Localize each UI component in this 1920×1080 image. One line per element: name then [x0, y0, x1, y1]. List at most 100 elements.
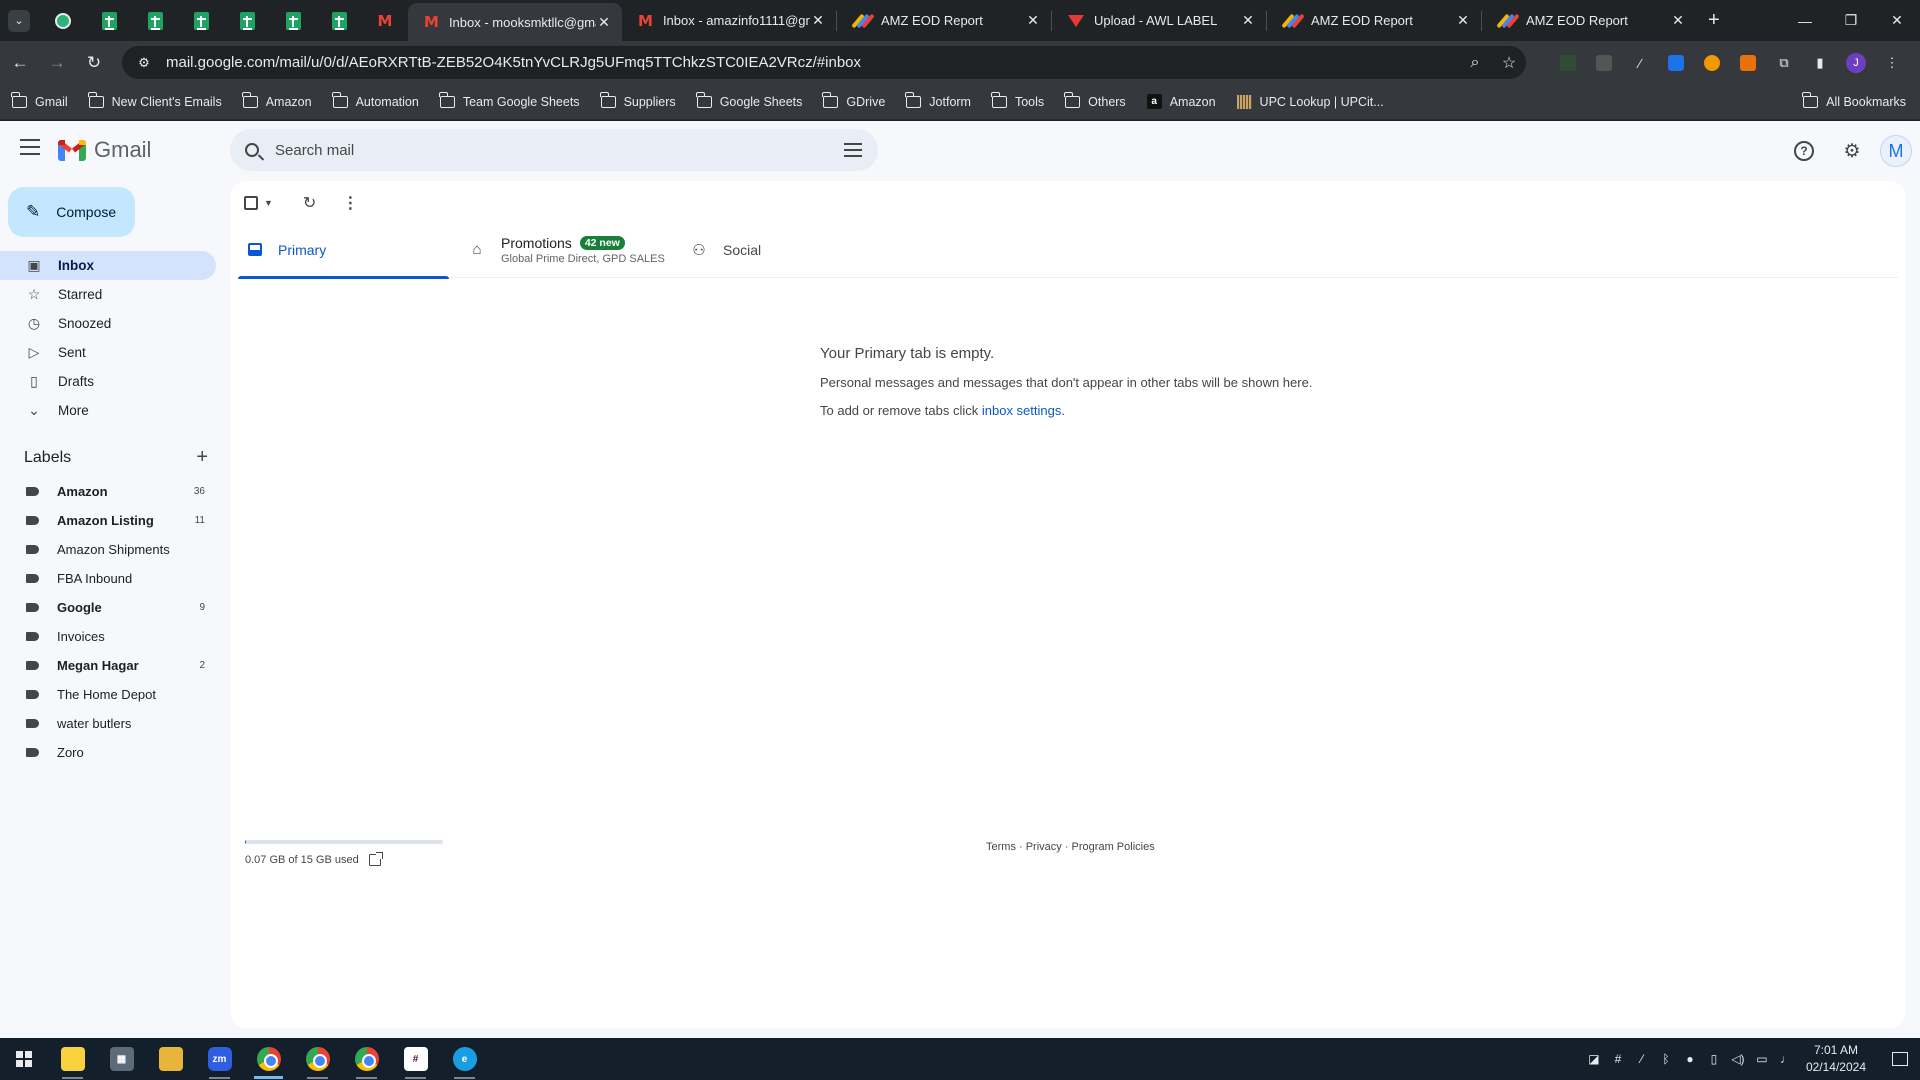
browser-tab[interactable]: AMZ EOD Report ✕ — [837, 0, 1051, 41]
site-info-icon[interactable]: ⚙ — [130, 55, 158, 71]
bookmark-folder[interactable]: Suppliers — [599, 91, 676, 109]
bookmark-folder[interactable]: Tools — [990, 91, 1044, 109]
pinned-tab[interactable] — [40, 0, 86, 41]
bookmark-folder[interactable]: GDrive — [822, 91, 885, 109]
bookmark-folder[interactable]: Google Sheets — [695, 91, 802, 109]
battery-icon[interactable]: ▯ — [1702, 1052, 1726, 1066]
browser-tab[interactable]: M Inbox - amazinfo1111@gmail.com ✕ — [622, 0, 836, 41]
search-options-icon[interactable] — [844, 143, 862, 157]
new-tab-button[interactable]: + — [1708, 9, 1720, 32]
support-button[interactable]: ? — [1784, 131, 1824, 171]
browser-tab[interactable]: M Inbox - mooksmktllc@gmail.com ✕ — [408, 3, 622, 41]
address-bar[interactable]: ⚙ mail.google.com/mail/u/0/d/AEoRXRTtB-Z… — [122, 46, 1526, 79]
clock[interactable]: 7:01 AM 02/14/2024 — [1806, 1042, 1866, 1076]
chrome-menu-icon[interactable]: ⋮ — [1874, 47, 1910, 79]
bookmark-folder[interactable]: Gmail — [11, 91, 68, 109]
calculator-app[interactable]: ▦ — [97, 1038, 146, 1080]
close-icon[interactable]: ✕ — [596, 14, 612, 31]
forward-icon[interactable]: → — [40, 46, 74, 80]
sticky-notes-app[interactable] — [48, 1038, 97, 1080]
add-label-icon[interactable]: + — [196, 446, 208, 469]
select-dropdown-icon[interactable]: ▼ — [264, 198, 273, 208]
pen-icon[interactable]: ⁄ — [1630, 1052, 1654, 1066]
extensions-puzzle-icon[interactable]: ⧉ — [1766, 47, 1802, 79]
browser-tab[interactable]: AMZ EOD Report ✕ — [1267, 0, 1481, 41]
close-icon[interactable]: ✕ — [1240, 12, 1256, 29]
extension-icon[interactable] — [1694, 47, 1730, 79]
search-input[interactable]: Search mail — [275, 142, 844, 159]
bookmark-folder[interactable]: New Client's Emails — [87, 91, 222, 109]
browser-tab[interactable]: Upload - AWL LABEL ✕ — [1052, 0, 1266, 41]
pinned-tab-sheets[interactable] — [270, 0, 316, 41]
url-text[interactable]: mail.google.com/mail/u/0/d/AEoRXRTtB-ZEB… — [166, 54, 1458, 71]
main-menu-icon[interactable] — [20, 139, 40, 155]
network-icon[interactable]: ▭ — [1750, 1052, 1774, 1066]
select-all-checkbox[interactable] — [244, 196, 258, 210]
bookmark-folder[interactable]: Team Google Sheets — [438, 91, 580, 109]
close-icon[interactable]: ✕ — [810, 12, 826, 29]
search-bar[interactable]: Search mail — [230, 129, 878, 171]
label-item[interactable]: Google 9 — [0, 593, 216, 622]
label-item[interactable]: Zoro — [0, 738, 216, 767]
chrome-app[interactable] — [293, 1038, 342, 1080]
extension-icon[interactable]: ⁄ — [1622, 47, 1658, 79]
extension-icon[interactable] — [1730, 47, 1766, 79]
gmail-logo[interactable]: Gmail — [57, 137, 151, 163]
label-item[interactable]: Invoices — [0, 622, 216, 651]
refresh-icon[interactable]: ↻ — [303, 193, 316, 213]
all-bookmarks[interactable]: All Bookmarks — [1802, 91, 1906, 109]
edge-app[interactable]: e — [440, 1038, 489, 1080]
nvidia-icon[interactable]: ◪ — [1582, 1052, 1606, 1066]
label-item[interactable]: Megan Hagar 2 — [0, 651, 216, 680]
profile-avatar[interactable]: J — [1838, 47, 1874, 79]
start-button[interactable] — [0, 1038, 48, 1080]
tab-promotions[interactable]: ⌂ Promotions 42 new Global Prime Direct,… — [449, 221, 677, 278]
inbox-settings-link[interactable]: inbox settings — [982, 403, 1062, 418]
bookmark-link[interactable]: UPC Lookup | UPCit... — [1236, 94, 1384, 109]
tab-social[interactable]: ⚇ Social — [677, 221, 877, 278]
minimize-icon[interactable]: — — [1782, 0, 1828, 41]
nav-item-starred[interactable]: ☆ Starred — [0, 280, 216, 309]
label-item[interactable]: The Home Depot — [0, 680, 216, 709]
close-icon[interactable]: ✕ — [1455, 12, 1471, 29]
zoom-app[interactable]: zm — [195, 1038, 244, 1080]
search-icon[interactable] — [245, 143, 259, 157]
extension-icon[interactable] — [1586, 47, 1622, 79]
label-item[interactable]: Amazon Listing 11 — [0, 506, 216, 535]
pinned-tab-gmail[interactable]: M — [362, 0, 408, 41]
pinned-tab-sheets[interactable] — [132, 0, 178, 41]
footer-links[interactable]: Terms · Privacy · Program Policies — [986, 841, 1155, 853]
back-icon[interactable]: ← — [3, 46, 37, 80]
nav-item-snoozed[interactable]: ◷ Snoozed — [0, 309, 216, 338]
nav-item-more[interactable]: ⌄ More — [0, 396, 216, 425]
close-icon[interactable]: ✕ — [1670, 12, 1686, 29]
pinned-tab-sheets[interactable] — [86, 0, 132, 41]
more-options-icon[interactable]: ⋮ — [342, 193, 358, 213]
label-item[interactable]: FBA Inbound — [0, 564, 216, 593]
settings-icon[interactable]: ⚙ — [1832, 131, 1872, 171]
bookmark-folder[interactable]: Jotform — [905, 91, 971, 109]
nav-item-sent[interactable]: ▷ Sent — [0, 338, 216, 367]
label-item[interactable]: water butlers — [0, 709, 216, 738]
slack-tray-icon[interactable]: # — [1606, 1052, 1630, 1066]
nav-item-inbox[interactable]: ▣ Inbox — [0, 251, 216, 280]
bookmark-folder[interactable]: Automation — [331, 91, 419, 109]
label-item[interactable]: Amazon Shipments — [0, 535, 216, 564]
bookmark-star-icon[interactable]: ☆ — [1492, 53, 1526, 73]
notifications-icon[interactable] — [1880, 1052, 1920, 1066]
bookmark-link[interactable]: a Amazon — [1146, 94, 1216, 109]
volume-icon[interactable]: ◁) — [1726, 1052, 1750, 1066]
close-window-icon[interactable]: ✕ — [1874, 0, 1920, 41]
zoom-tray-icon[interactable]: ● — [1678, 1052, 1702, 1066]
restore-icon[interactable]: ❐ — [1828, 0, 1874, 41]
pinned-tab-sheets[interactable] — [178, 0, 224, 41]
slack-app[interactable]: # — [391, 1038, 440, 1080]
browser-tab[interactable]: AMZ EOD Report ✕ — [1482, 0, 1696, 41]
account-avatar[interactable]: M — [1880, 135, 1912, 167]
chrome-app[interactable] — [244, 1038, 293, 1080]
compose-button[interactable]: ✎ Compose — [8, 187, 135, 237]
close-icon[interactable]: ✕ — [1025, 12, 1041, 29]
tab-search-button[interactable]: ⌄ — [8, 9, 30, 32]
reload-icon[interactable]: ↻ — [77, 46, 111, 80]
bluetooth-icon[interactable]: ᛒ — [1654, 1052, 1678, 1066]
